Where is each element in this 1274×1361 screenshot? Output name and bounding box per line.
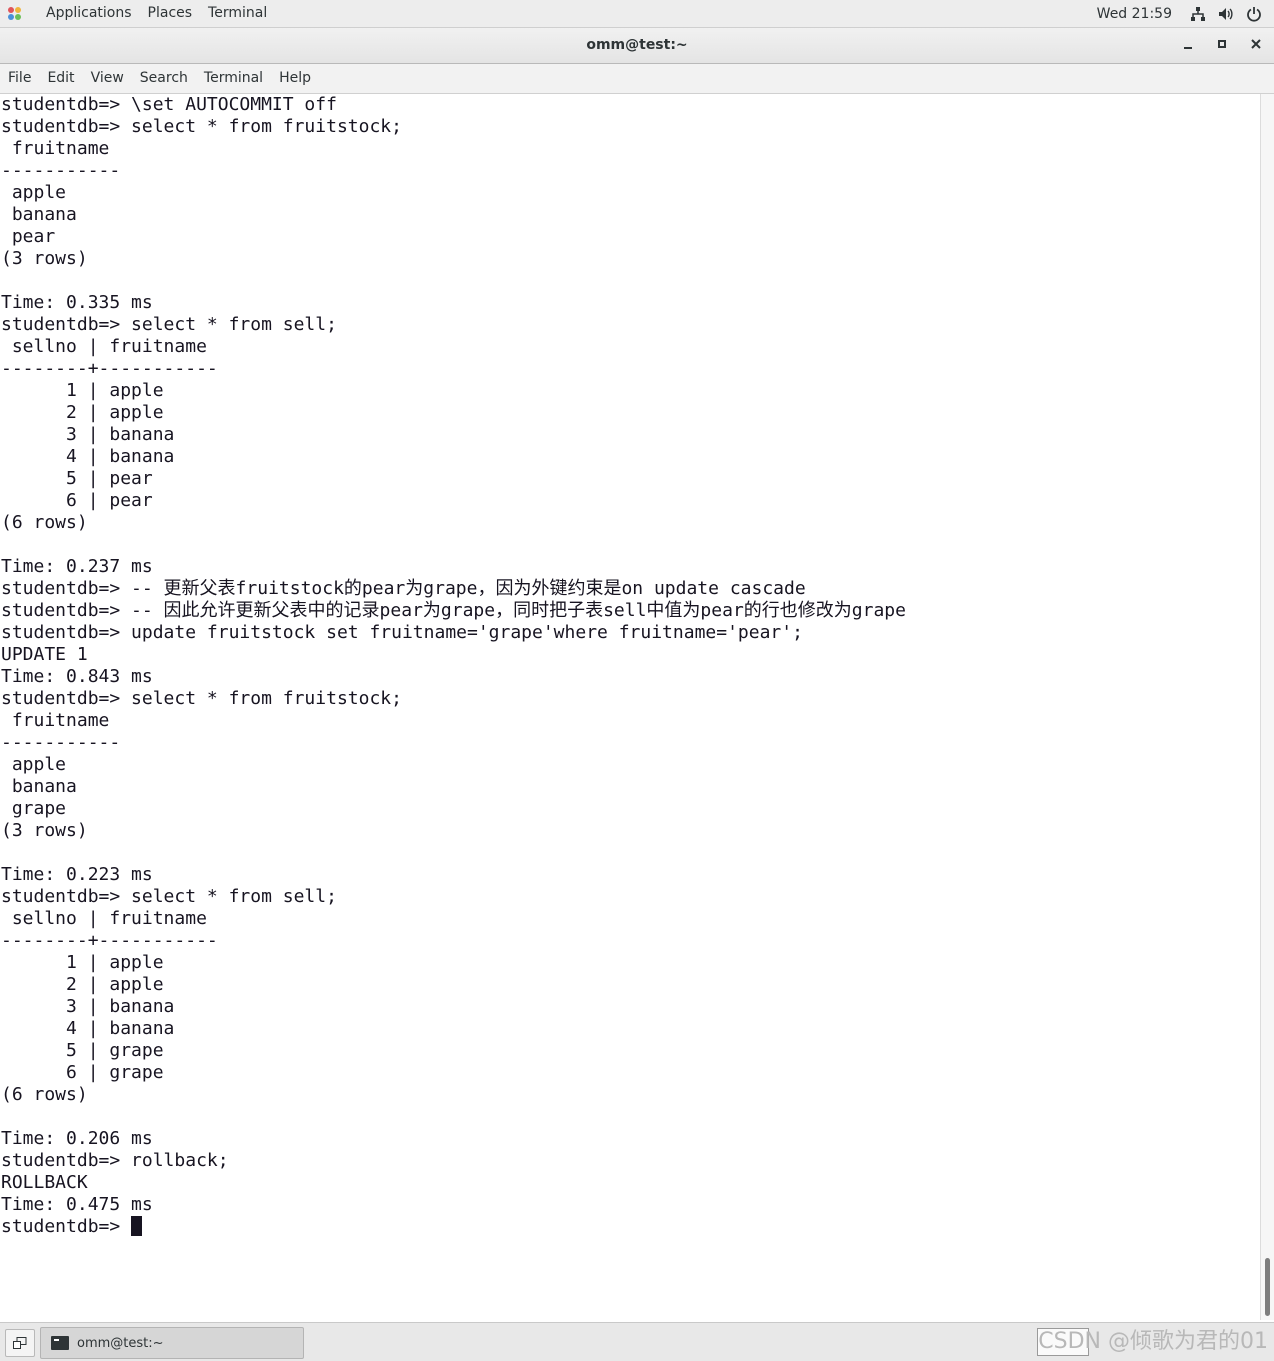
terminal-line: fruitname: [1, 710, 110, 731]
terminal-line: fruitname: [1, 138, 110, 159]
scrollbar-thumb[interactable]: [1265, 1258, 1270, 1316]
prompt-text: studentdb=>: [1, 1216, 132, 1237]
menu-terminal[interactable]: Terminal: [196, 64, 271, 93]
terminal-line: -----------: [1, 732, 121, 753]
terminal-line: 4 | banana: [1, 446, 175, 467]
bottom-taskbar: omm@test:~ CSDN @倾歌为君的01: [0, 1322, 1274, 1361]
terminal-line: 2 | apple: [1, 974, 164, 995]
terminal-line: studentdb=> select * from fruitstock;: [1, 116, 402, 137]
terminal-line: UPDATE 1: [1, 644, 88, 665]
terminal-line: 1 | apple: [1, 952, 164, 973]
power-icon[interactable]: [1246, 6, 1262, 22]
terminal-line: banana: [1, 776, 77, 797]
volume-icon[interactable]: [1218, 6, 1234, 22]
terminal-line: 6 | grape: [1, 1062, 164, 1083]
terminal-line: pear: [1, 226, 56, 247]
prompt-line[interactable]: studentdb=>: [0, 1216, 1260, 1238]
terminal-line: 3 | banana: [1, 996, 175, 1017]
terminal-line: 4 | banana: [1, 1018, 175, 1039]
terminal-line: studentdb=> -- 因此允许更新父表中的记录pear为grape，同时…: [1, 600, 906, 621]
terminal-line: 3 | banana: [1, 424, 175, 445]
taskbar-task-label: omm@test:~: [77, 1335, 164, 1351]
terminal-line: banana: [1, 204, 77, 225]
maximize-button[interactable]: [1208, 28, 1236, 63]
taskbar-terminal-window[interactable]: omm@test:~: [40, 1327, 304, 1359]
watermark: CSDN @倾歌为君的01: [1038, 1329, 1268, 1354]
terminal-line: 2 | apple: [1, 402, 164, 423]
terminal-line: studentdb=> -- 更新父表fruitstock的pear为grape…: [1, 578, 806, 599]
show-desktop-button[interactable]: [5, 1329, 35, 1357]
window-title: omm@test:~: [586, 37, 688, 53]
terminal-line: --------+-----------: [1, 930, 218, 951]
top-panel: Applications Places Terminal Wed 21:59: [0, 0, 1274, 28]
top-panel-status: Wed 21:59: [1097, 0, 1274, 27]
terminal-line: Time: 0.843 ms: [1, 666, 153, 687]
terminal-line: studentdb=> \set AUTOCOMMIT off: [1, 94, 337, 115]
terminal-line: (3 rows): [1, 248, 88, 269]
terminal-line: studentdb=> select * from sell;: [1, 314, 337, 335]
close-button[interactable]: [1242, 28, 1270, 63]
terminal-line: Time: 0.223 ms: [1, 864, 153, 885]
terminal-icon: [51, 1336, 69, 1350]
menu-help[interactable]: Help: [271, 64, 319, 93]
terminal-line: Time: 0.335 ms: [1, 292, 153, 313]
terminal-line: (3 rows): [1, 820, 88, 841]
menu-search[interactable]: Search: [132, 64, 196, 93]
terminal-line: sellno | fruitname: [1, 908, 207, 929]
terminal-line: apple: [1, 754, 67, 775]
terminal-line: 1 | apple: [1, 380, 164, 401]
terminal-app-menu[interactable]: Terminal: [200, 0, 275, 27]
terminal-line: studentdb=> select * from fruitstock;: [1, 688, 402, 709]
terminal-line: Time: 0.206 ms: [1, 1128, 153, 1149]
minimize-button[interactable]: [1174, 28, 1202, 63]
text-cursor: [131, 1216, 143, 1236]
top-panel-menus: Applications Places Terminal: [0, 0, 275, 27]
terminal-line: studentdb=> update fruitstock set fruitn…: [1, 622, 803, 643]
terminal-line: (6 rows): [1, 1084, 88, 1105]
terminal-line: ROLLBACK: [1, 1172, 88, 1193]
terminal-line: 5 | grape: [1, 1040, 164, 1061]
show-desktop-icon: [13, 1337, 27, 1349]
menu-edit[interactable]: Edit: [39, 64, 82, 93]
terminal-line: (6 rows): [1, 512, 88, 533]
minimize-icon: [1184, 47, 1192, 49]
maximize-icon: [1218, 40, 1226, 48]
terminal-line: 5 | pear: [1, 468, 153, 489]
terminal-line: Time: 0.237 ms: [1, 556, 153, 577]
terminal-line: grape: [1, 798, 67, 819]
terminal-line: studentdb=> select * from sell;: [1, 886, 337, 907]
terminal-menubar: File Edit View Search Terminal Help: [0, 64, 1274, 94]
network-icon[interactable]: [1190, 6, 1206, 22]
terminal-line: apple: [1, 182, 67, 203]
terminal-line: --------+-----------: [1, 358, 218, 379]
applications-menu[interactable]: Applications: [38, 0, 140, 27]
window-titlebar[interactable]: omm@test:~: [0, 28, 1274, 64]
menu-file[interactable]: File: [0, 64, 39, 93]
terminal-lines: studentdb=> \set AUTOCOMMIT off studentdb…: [0, 94, 1260, 1216]
places-menu[interactable]: Places: [140, 0, 201, 27]
terminal-line: 6 | pear: [1, 490, 153, 511]
applications-icon: [8, 6, 38, 21]
clock[interactable]: Wed 21:59: [1097, 6, 1172, 22]
terminal-line: studentdb=> rollback;: [1, 1150, 229, 1171]
close-icon: [1251, 39, 1261, 49]
terminal-output[interactable]: studentdb=> \set AUTOCOMMIT off studentdb…: [0, 94, 1260, 1320]
terminal-line: Time: 0.475 ms: [1, 1194, 153, 1215]
menu-view[interactable]: View: [83, 64, 132, 93]
terminal-scrollbar[interactable]: [1260, 94, 1274, 1320]
terminal-line: sellno | fruitname: [1, 336, 207, 357]
terminal-line: -----------: [1, 160, 121, 181]
